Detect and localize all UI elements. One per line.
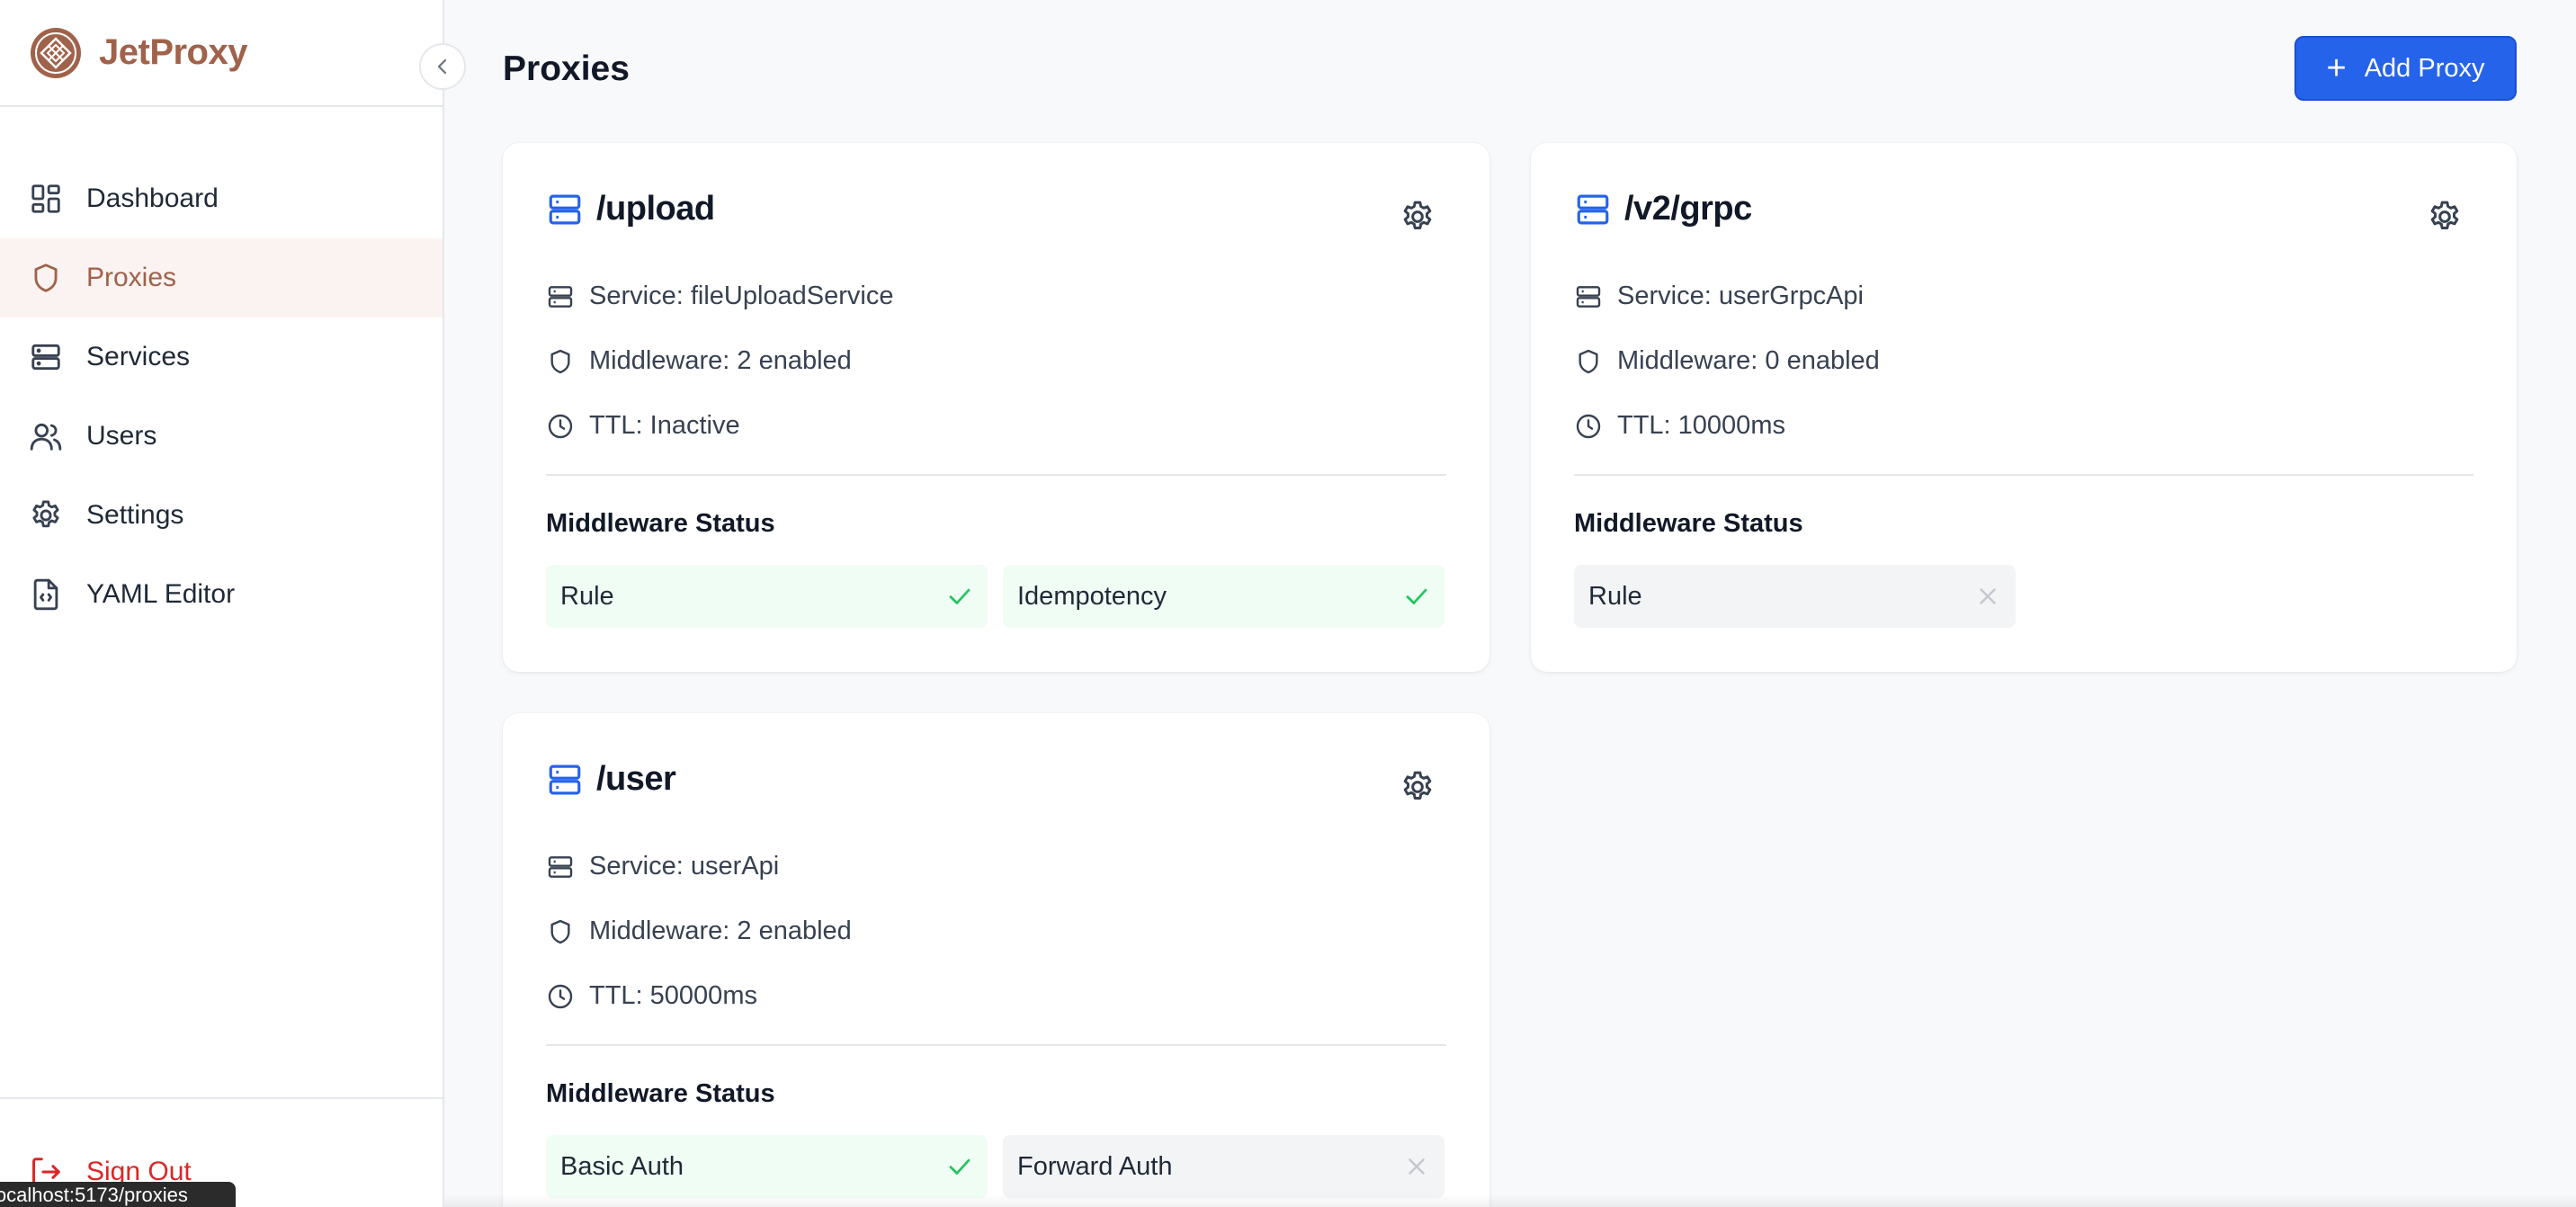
proxy-card-header: /upload: [546, 190, 715, 228]
proxy-card-header: /user: [546, 760, 676, 799]
shield-icon: [1579, 349, 1598, 373]
proxy-ttl: TTL: 50000ms: [589, 981, 757, 1010]
dashboard-icon: [31, 184, 60, 213]
check-icon: [1406, 588, 1427, 604]
divider: [546, 474, 1446, 476]
sidebar-item-services[interactable]: Services: [0, 317, 443, 397]
proxy-middleware-count: Middleware: 2 enabled: [589, 346, 852, 375]
proxy-service: Service: userGrpcApi: [1617, 282, 1864, 310]
middleware-chip: Idempotency: [1003, 565, 1445, 628]
sidebar-item-label: YAML Editor: [86, 579, 236, 609]
sidebar-item-users[interactable]: Users: [0, 397, 443, 476]
proxy-settings-gear-icon[interactable]: [2427, 199, 2463, 235]
middleware-chip: Rule: [1574, 565, 2016, 628]
shield-icon: [34, 264, 58, 292]
sidebar-item-label: Services: [86, 342, 191, 371]
server-icon: [1576, 285, 1601, 308]
clock-icon: [548, 984, 573, 1008]
brand-name: JetProxy: [99, 32, 247, 72]
proxy-path: /user: [596, 760, 676, 798]
proxy-service: Service: fileUploadService: [589, 282, 894, 310]
divider: [546, 1044, 1446, 1046]
x-icon: [1409, 1158, 1425, 1175]
proxy-settings-gear-icon[interactable]: [1400, 199, 1436, 235]
sidebar-item-proxies[interactable]: Proxies: [0, 238, 443, 317]
sidebar-item-settings[interactable]: Settings: [0, 476, 443, 555]
sidebar-item-label: Settings: [86, 500, 184, 530]
sidebar-item-yaml-editor[interactable]: YAML Editor: [0, 555, 443, 634]
server-icon: [548, 855, 573, 878]
middleware-chip: Basic Auth: [546, 1135, 988, 1198]
users-icon: [30, 423, 62, 451]
check-icon: [949, 588, 970, 604]
brand: JetProxy: [0, 0, 466, 107]
middleware-status-label: Middleware Status: [546, 1079, 775, 1108]
proxy-ttl-row: TTL: 50000ms: [546, 981, 757, 1011]
proxy-ttl-row: TTL: 10000ms: [1574, 411, 1785, 441]
sidebar-nav: Dashboard Proxies Services Users Setting…: [0, 159, 443, 634]
proxy-middleware-row: Middleware: 0 enabled: [1574, 346, 1880, 376]
jetproxy-logo-icon: [31, 27, 81, 78]
sidebar-item-label: Proxies: [86, 263, 177, 292]
server-icon: [1577, 194, 1609, 224]
clock-icon: [548, 414, 573, 438]
sidebar-item-label: Dashboard: [86, 183, 219, 213]
server-icon: [548, 285, 573, 308]
proxy-service-row: Service: userApi: [546, 852, 779, 881]
sidebar-item-dashboard[interactable]: Dashboard: [0, 159, 443, 238]
file-code-icon: [33, 578, 58, 611]
middleware-chip: Rule: [546, 565, 988, 628]
collapse-sidebar-button[interactable]: [419, 43, 466, 90]
middleware-chip: Forward Auth: [1003, 1135, 1445, 1198]
proxy-middleware-row: Middleware: 2 enabled: [546, 916, 852, 946]
proxy-middleware-count: Middleware: 2 enabled: [589, 916, 852, 945]
proxy-ttl: TTL: 10000ms: [1617, 411, 1785, 440]
middleware-name: Idempotency: [1017, 581, 1167, 611]
proxy-service-row: Service: fileUploadService: [546, 282, 893, 311]
middleware-status-label: Middleware Status: [546, 509, 775, 538]
proxy-card: /upload Service: fileUploadService Middl…: [503, 143, 1489, 672]
add-proxy-button[interactable]: + Add Proxy: [2294, 36, 2517, 101]
proxy-card: /v2/grpc Service: userGrpcApi Middleware…: [1531, 143, 2517, 672]
server-icon: [31, 344, 60, 371]
middleware-name: Rule: [560, 581, 614, 611]
proxy-ttl-row: TTL: Inactive: [546, 411, 740, 441]
middleware-status-label: Middleware Status: [1574, 509, 1803, 538]
add-proxy-label: Add Proxy: [2364, 53, 2485, 83]
proxy-middleware-count: Middleware: 0 enabled: [1617, 346, 1880, 375]
gear-icon: [32, 500, 59, 528]
status-url-tooltip: localhost:5173/proxies: [0, 1182, 236, 1207]
server-icon: [549, 764, 581, 794]
proxy-path: /upload: [596, 190, 715, 228]
proxy-card: /user Service: userApi Middleware: 2 ena…: [503, 713, 1489, 1207]
sidebar: JetProxy Dashboard Proxies Services User…: [0, 0, 466, 1207]
proxy-path: /v2/grpc: [1624, 190, 1752, 228]
proxy-settings-gear-icon[interactable]: [1400, 769, 1436, 805]
middleware-name: Basic Auth: [560, 1151, 684, 1181]
middleware-name: Forward Auth: [1017, 1151, 1173, 1181]
plus-icon: +: [2326, 49, 2347, 87]
proxy-card-header: /v2/grpc: [1574, 190, 1752, 228]
clock-icon: [1576, 414, 1601, 438]
chevron-left-icon: [437, 58, 447, 75]
server-icon: [549, 194, 581, 224]
x-icon: [1980, 588, 1996, 604]
check-icon: [949, 1158, 970, 1175]
sidebar-item-label: Users: [86, 421, 157, 451]
proxy-middleware-row: Middleware: 2 enabled: [546, 346, 852, 376]
shield-icon: [550, 919, 570, 943]
divider: [1574, 474, 2473, 476]
scroll-fade: [444, 1194, 2576, 1207]
page-title: Proxies: [503, 49, 630, 88]
proxy-service: Service: userApi: [589, 852, 780, 881]
proxy-service-row: Service: userGrpcApi: [1574, 282, 1864, 311]
shield-icon: [550, 349, 570, 373]
proxy-ttl: TTL: Inactive: [589, 411, 740, 440]
middleware-name: Rule: [1588, 581, 1642, 611]
